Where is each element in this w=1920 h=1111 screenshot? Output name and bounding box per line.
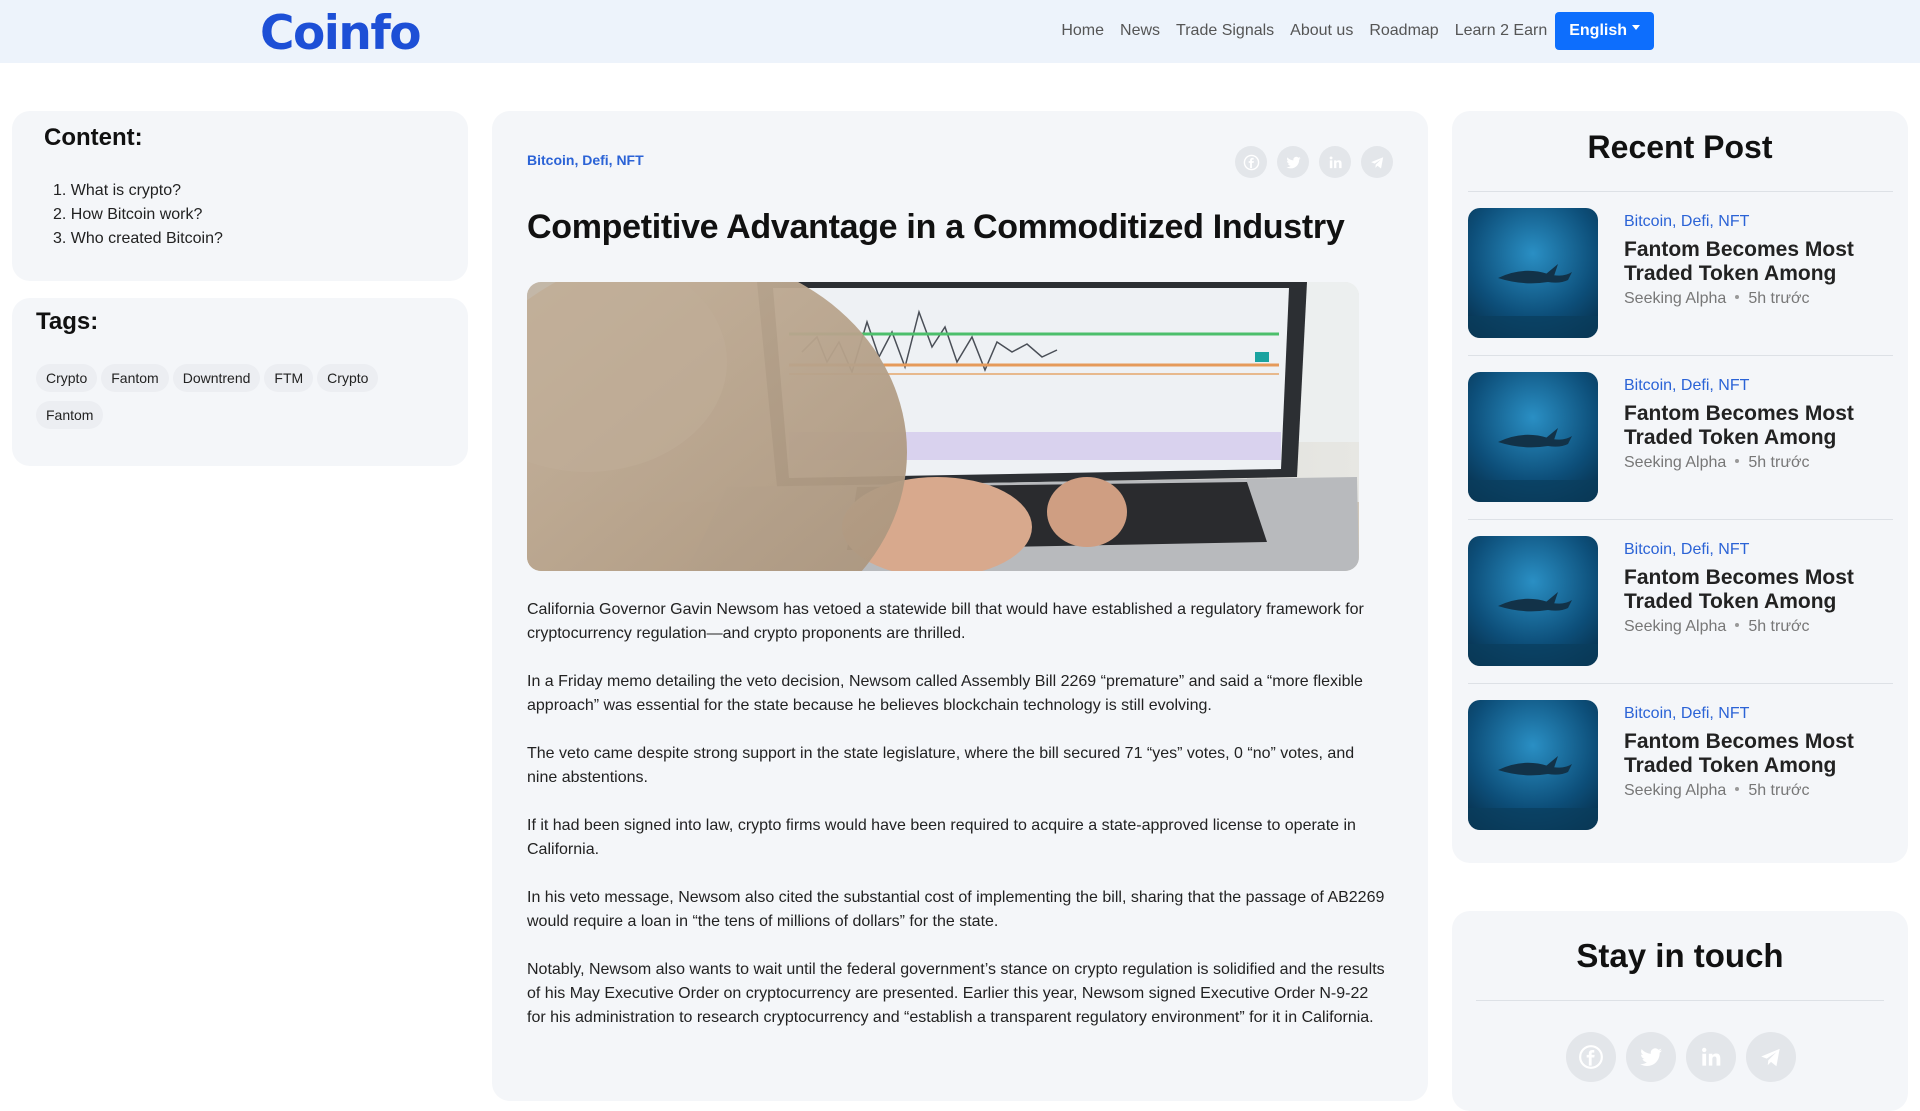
post-meta: Seeking Alpha 5h trước — [1624, 290, 1810, 308]
tag-chip[interactable]: Downtrend — [172, 364, 261, 392]
social-links — [1566, 1032, 1806, 1082]
divider — [1476, 1000, 1884, 1001]
twitter-icon[interactable] — [1277, 146, 1309, 178]
toc-link[interactable]: 2. How Bitcoin work? — [53, 206, 202, 223]
article-title: Competitive Advantage in a Commoditized … — [527, 208, 1345, 246]
facebook-icon[interactable] — [1566, 1032, 1616, 1082]
post-source: Seeking Alpha — [1624, 454, 1727, 471]
post-source: Seeking Alpha — [1624, 782, 1727, 799]
post-source: Seeking Alpha — [1624, 290, 1727, 307]
nav-trade-signals[interactable]: Trade Signals — [1176, 22, 1274, 40]
recent-posts: Recent Post Bitcoin, Defi, NFT Fantom Be… — [1452, 111, 1908, 863]
article-paragraph: The veto came despite strong support in … — [527, 745, 1355, 786]
article-paragraph: Notably, Newsom also wants to wait until… — [527, 961, 1385, 1026]
facebook-icon[interactable] — [1235, 146, 1267, 178]
site-logo[interactable]: Coinfo — [260, 6, 422, 61]
nav-about-us[interactable]: About us — [1290, 22, 1353, 40]
nav-roadmap[interactable]: Roadmap — [1369, 22, 1438, 40]
nav-news[interactable]: News — [1120, 22, 1160, 40]
language-label: English — [1569, 22, 1627, 39]
main-nav: Home News Trade Signals About us Roadmap… — [1045, 12, 1654, 50]
article-categories[interactable]: Bitcoin, Defi, NFT — [527, 152, 644, 168]
telegram-icon[interactable] — [1746, 1032, 1796, 1082]
post-thumbnail[interactable] — [1468, 372, 1598, 502]
separator-dot — [1735, 787, 1740, 791]
language-dropdown[interactable]: English — [1555, 12, 1654, 50]
post-time: 5h trước — [1748, 454, 1810, 471]
recent-post-item[interactable]: Bitcoin, Defi, NFT Fantom Becomes Most T… — [1468, 520, 1893, 684]
toc-item[interactable]: 3. Who created Bitcoin? — [53, 227, 468, 251]
linkedin-icon[interactable] — [1686, 1032, 1736, 1082]
recent-post-item[interactable]: Bitcoin, Defi, NFT Fantom Becomes Most T… — [1468, 684, 1893, 848]
post-meta: Seeking Alpha 5h trước — [1624, 454, 1810, 472]
recent-heading: Recent Post — [1587, 129, 1773, 165]
toc-link[interactable]: 1. What is crypto? — [53, 182, 181, 199]
tag-chip[interactable]: Crypto — [317, 364, 379, 392]
post-thumbnail[interactable] — [1468, 700, 1598, 830]
tags-heading: Tags: — [36, 308, 99, 335]
recent-post-item[interactable]: Bitcoin, Defi, NFT Fantom Becomes Most T… — [1468, 192, 1893, 356]
nav-learn-2-earn[interactable]: Learn 2 Earn — [1455, 22, 1548, 40]
article-hero-image — [527, 282, 1359, 571]
twitter-icon[interactable] — [1626, 1032, 1676, 1082]
telegram-icon[interactable] — [1361, 146, 1393, 178]
post-categories[interactable]: Bitcoin, Defi, NFT — [1624, 705, 1749, 723]
tag-chip[interactable]: FTM — [264, 364, 314, 392]
tag-chip[interactable]: Fantom — [36, 401, 104, 429]
article-body: California Governor Gavin Newsom has vet… — [527, 598, 1387, 1054]
post-meta: Seeking Alpha 5h trước — [1624, 782, 1810, 800]
post-time: 5h trước — [1748, 782, 1810, 799]
post-title[interactable]: Fantom Becomes Most Traded Token Among — [1624, 402, 1899, 450]
share-buttons — [1235, 146, 1403, 178]
nav-home[interactable]: Home — [1061, 22, 1104, 40]
post-thumbnail[interactable] — [1468, 208, 1598, 338]
stay-in-touch-heading: Stay in touch — [1576, 937, 1784, 974]
navbar: Coinfo Home News Trade Signals About us … — [0, 0, 1920, 63]
post-title[interactable]: Fantom Becomes Most Traded Token Among — [1624, 730, 1899, 778]
article-paragraph: In a Friday memo detailing the veto deci… — [527, 673, 1363, 714]
post-title[interactable]: Fantom Becomes Most Traded Token Among — [1624, 566, 1899, 614]
toc-item[interactable]: 2. How Bitcoin work? — [53, 203, 468, 227]
post-thumbnail[interactable] — [1468, 536, 1598, 666]
toc-item[interactable]: 1. What is crypto? — [53, 179, 468, 203]
article-paragraph: In his veto message, Newsom also cited t… — [527, 889, 1385, 930]
toc-list: 1. What is crypto? 2. How Bitcoin work? … — [44, 179, 468, 251]
article-paragraph: California Governor Gavin Newsom has vet… — [527, 601, 1364, 642]
separator-dot — [1735, 295, 1740, 299]
tag-chip[interactable]: Crypto — [36, 364, 98, 392]
tag-list: Crypto Fantom Downtrend FTM Crypto Fanto… — [36, 364, 436, 438]
toc-heading: Content: — [44, 124, 143, 151]
stay-in-touch: Stay in touch — [1452, 911, 1908, 1111]
tags-card: Tags: Crypto Fantom Downtrend FTM Crypto… — [12, 298, 468, 466]
tag-chip[interactable]: Fantom — [101, 364, 169, 392]
post-meta: Seeking Alpha 5h trước — [1624, 618, 1810, 636]
caret-down-icon — [1632, 24, 1640, 30]
post-source: Seeking Alpha — [1624, 618, 1727, 635]
article: Bitcoin, Defi, NFT Competitive Advantage… — [492, 111, 1428, 1101]
post-categories[interactable]: Bitcoin, Defi, NFT — [1624, 213, 1749, 231]
article-paragraph: If it had been signed into law, crypto f… — [527, 817, 1356, 858]
post-time: 5h trước — [1748, 290, 1810, 307]
post-categories[interactable]: Bitcoin, Defi, NFT — [1624, 377, 1749, 395]
post-title[interactable]: Fantom Becomes Most Traded Token Among — [1624, 238, 1899, 286]
post-time: 5h trước — [1748, 618, 1810, 635]
separator-dot — [1735, 623, 1740, 627]
post-categories[interactable]: Bitcoin, Defi, NFT — [1624, 541, 1749, 559]
linkedin-icon[interactable] — [1319, 146, 1351, 178]
recent-post-item[interactable]: Bitcoin, Defi, NFT Fantom Becomes Most T… — [1468, 356, 1893, 520]
separator-dot — [1735, 459, 1740, 463]
table-of-contents: Content: 1. What is crypto? 2. How Bitco… — [12, 111, 468, 281]
toc-link[interactable]: 3. Who created Bitcoin? — [53, 230, 223, 247]
